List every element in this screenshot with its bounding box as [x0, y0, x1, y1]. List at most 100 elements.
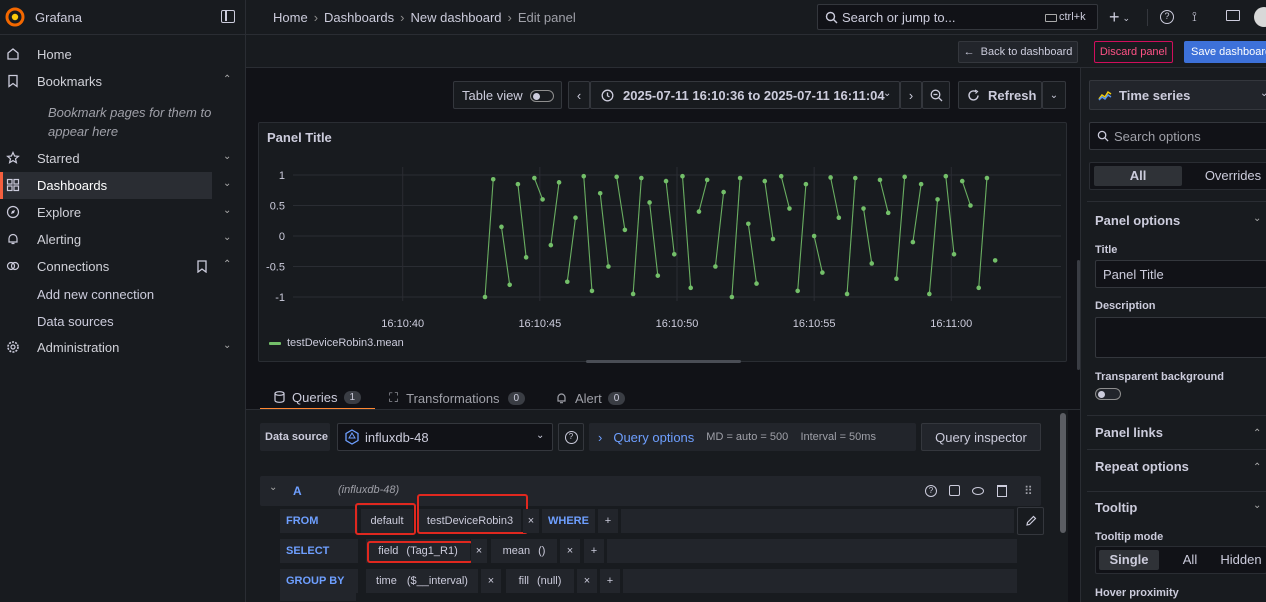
sidebar-item-explore[interactable]: Explore ⌄ — [0, 199, 240, 226]
search-options-input[interactable]: Search options — [1089, 122, 1266, 150]
data-point — [482, 294, 488, 300]
sidebar-item-connections[interactable]: Connections ⌃ — [0, 253, 240, 280]
save-dashboard-button[interactable]: Save dashboard — [1184, 41, 1266, 63]
time-back-button[interactable]: ‹ — [568, 81, 590, 109]
refresh-button[interactable]: Refresh — [958, 81, 1042, 109]
grafana-logo-icon[interactable] — [5, 7, 25, 27]
chevron-down-icon[interactable]: ⌄ — [223, 340, 235, 354]
query-inspector-button[interactable]: Query inspector — [921, 423, 1041, 451]
description-textarea[interactable] — [1095, 317, 1266, 358]
tab-transformations[interactable]: ⛶ Transformations 0 — [389, 386, 526, 410]
transparent-background-toggle[interactable] — [1095, 388, 1121, 400]
copy-icon[interactable] — [949, 485, 960, 496]
refresh-interval-dropdown[interactable]: ⌄ — [1042, 81, 1066, 109]
query-ref-id[interactable]: A — [293, 484, 302, 498]
time-series-chart[interactable]: 1 0.5 0 -0.5 -1 16:10:40 16:10:45 16:10:50 16:10… — [259, 123, 1068, 363]
sidebar-item-bookmarks[interactable]: Bookmarks ⌃ — [0, 68, 240, 95]
tooltip-mode-hidden[interactable]: Hidden — [1214, 550, 1266, 570]
breadcrumb-edit-panel: Edit panel — [517, 10, 576, 25]
sidebar-subitem-data-sources[interactable]: Data sources — [37, 314, 114, 329]
tab-all[interactable]: All — [1094, 166, 1182, 186]
trash-icon[interactable] — [997, 485, 1007, 497]
chevron-down-icon[interactable]: ⌄ — [1253, 213, 1261, 224]
plus-icon[interactable]: + ⌄ — [1109, 7, 1130, 28]
breadcrumb-new-dashboard[interactable]: New dashboard — [410, 10, 501, 25]
data-point — [581, 173, 587, 179]
help-icon[interactable]: ? — [925, 485, 937, 497]
chevron-down-icon[interactable]: ⌄ — [223, 151, 235, 165]
time-argument: ($__interval) — [406, 575, 468, 587]
tab-alert[interactable]: Alert 0 — [556, 386, 626, 410]
help-icon: ? — [564, 430, 578, 444]
query-options-toggle[interactable]: › Query options MD = auto = 500 Interval… — [589, 423, 916, 451]
mean-chip[interactable]: mean () — [491, 539, 557, 563]
sidebar-item-dashboards[interactable]: Dashboards — [0, 172, 212, 199]
top-bar: Grafana Home › Dashboards › New dashboar… — [0, 0, 1266, 35]
toggle-switch[interactable] — [530, 90, 554, 102]
drag-handle-icon[interactable]: ⠿ — [1024, 484, 1033, 498]
title-input[interactable]: Panel Title — [1095, 260, 1266, 288]
table-view-toggle[interactable]: Table view — [453, 81, 562, 109]
bookmark-icon[interactable] — [197, 260, 207, 273]
search-placeholder: Search or jump to... — [842, 10, 956, 25]
chevron-down-icon[interactable]: ⌄ — [269, 482, 277, 493]
sidebar-subitem-add-new-connection[interactable]: Add new connection — [37, 287, 154, 302]
remove-mean-x[interactable]: × — [560, 539, 580, 563]
panel-options-header[interactable]: Panel options — [1095, 213, 1180, 228]
chevron-down-icon[interactable]: ⌄ — [223, 178, 231, 189]
sidebar-item-label: Administration — [37, 340, 120, 355]
eye-icon[interactable] — [972, 487, 984, 495]
remove-time-x[interactable]: × — [481, 569, 501, 593]
resize-handle[interactable] — [586, 360, 741, 363]
sidebar-item-starred[interactable]: Starred ⌄ — [0, 145, 240, 172]
dock-menu-icon[interactable] — [221, 10, 235, 23]
query-row-header[interactable]: ⌄ A (influxdb-48) ? ⠿ — [260, 476, 1041, 506]
kiosk-icon[interactable] — [1226, 10, 1240, 21]
chevron-up-icon[interactable]: ⌃ — [1253, 428, 1261, 439]
breadcrumb-home[interactable]: Home — [273, 10, 308, 25]
add-where-button[interactable]: + — [598, 509, 618, 533]
editor-scrollbar[interactable] — [1060, 413, 1066, 533]
tab-queries[interactable]: Queries 1 — [260, 386, 375, 410]
sidebar-item-administration[interactable]: Administration ⌄ — [0, 334, 240, 361]
help-icon[interactable]: ? — [1160, 10, 1174, 24]
remove-field-x[interactable]: × — [471, 539, 487, 563]
chevron-down-icon[interactable]: ⌄ — [1253, 500, 1261, 511]
legend[interactable]: testDeviceRobin3.mean — [269, 337, 404, 349]
fill-chip[interactable]: fill (null) — [506, 569, 574, 593]
tooltip-mode-single[interactable]: Single — [1099, 550, 1159, 570]
add-group-by-button[interactable]: + — [600, 569, 620, 593]
remove-fill-x[interactable]: × — [577, 569, 597, 593]
remove-measurement-x[interactable]: × — [523, 509, 539, 533]
back-to-dashboard-button[interactable]: ← Back to dashboard — [958, 41, 1078, 63]
data-source-picker[interactable]: influxdb-48 ⌄ — [337, 423, 553, 451]
visualization-picker[interactable]: Time series ⌄ — [1089, 80, 1266, 110]
chevron-up-icon[interactable]: ⌃ — [1253, 462, 1261, 473]
chevron-down-icon[interactable]: ⌄ — [223, 232, 235, 246]
data-source-help-button[interactable]: ? — [558, 423, 584, 451]
sidebar-item-alerting[interactable]: Alerting ⌄ — [0, 226, 240, 253]
search-bar[interactable]: Search or jump to... ctrl+k — [817, 4, 1098, 30]
chevron-up-icon[interactable]: ⌃ — [223, 259, 235, 273]
chevron-up-icon[interactable]: ⌃ — [223, 74, 235, 88]
time-chip[interactable]: time ($__interval) — [366, 569, 478, 593]
time-picker[interactable]: 2025-07-11 16:10:36 to 2025-07-11 16:11:… — [590, 81, 900, 109]
tooltip-header[interactable]: Tooltip — [1095, 500, 1137, 515]
bookmarks-hint: Bookmark pages for them to appear here — [48, 103, 211, 141]
time-forward-button[interactable]: › — [900, 81, 922, 109]
add-select-button[interactable]: + — [584, 539, 604, 563]
breadcrumb-dashboards[interactable]: Dashboards — [324, 10, 394, 25]
data-point — [704, 177, 710, 183]
zoom-out-button[interactable] — [922, 81, 950, 109]
avatar[interactable] — [1254, 7, 1266, 27]
chevron-down-icon[interactable]: ⌄ — [223, 205, 235, 219]
rss-icon[interactable]: ⟟ — [1192, 9, 1197, 25]
tab-overrides[interactable]: Overrides — [1190, 166, 1266, 186]
discard-panel-button[interactable]: Discard panel — [1094, 41, 1173, 63]
data-point — [927, 291, 932, 297]
sidebar-item-home[interactable]: Home — [0, 41, 240, 68]
tooltip-mode-all[interactable]: All — [1170, 550, 1210, 570]
edit-query-button[interactable] — [1017, 507, 1044, 535]
panel-links-header[interactable]: Panel links — [1095, 425, 1163, 440]
repeat-options-header[interactable]: Repeat options — [1095, 459, 1189, 474]
